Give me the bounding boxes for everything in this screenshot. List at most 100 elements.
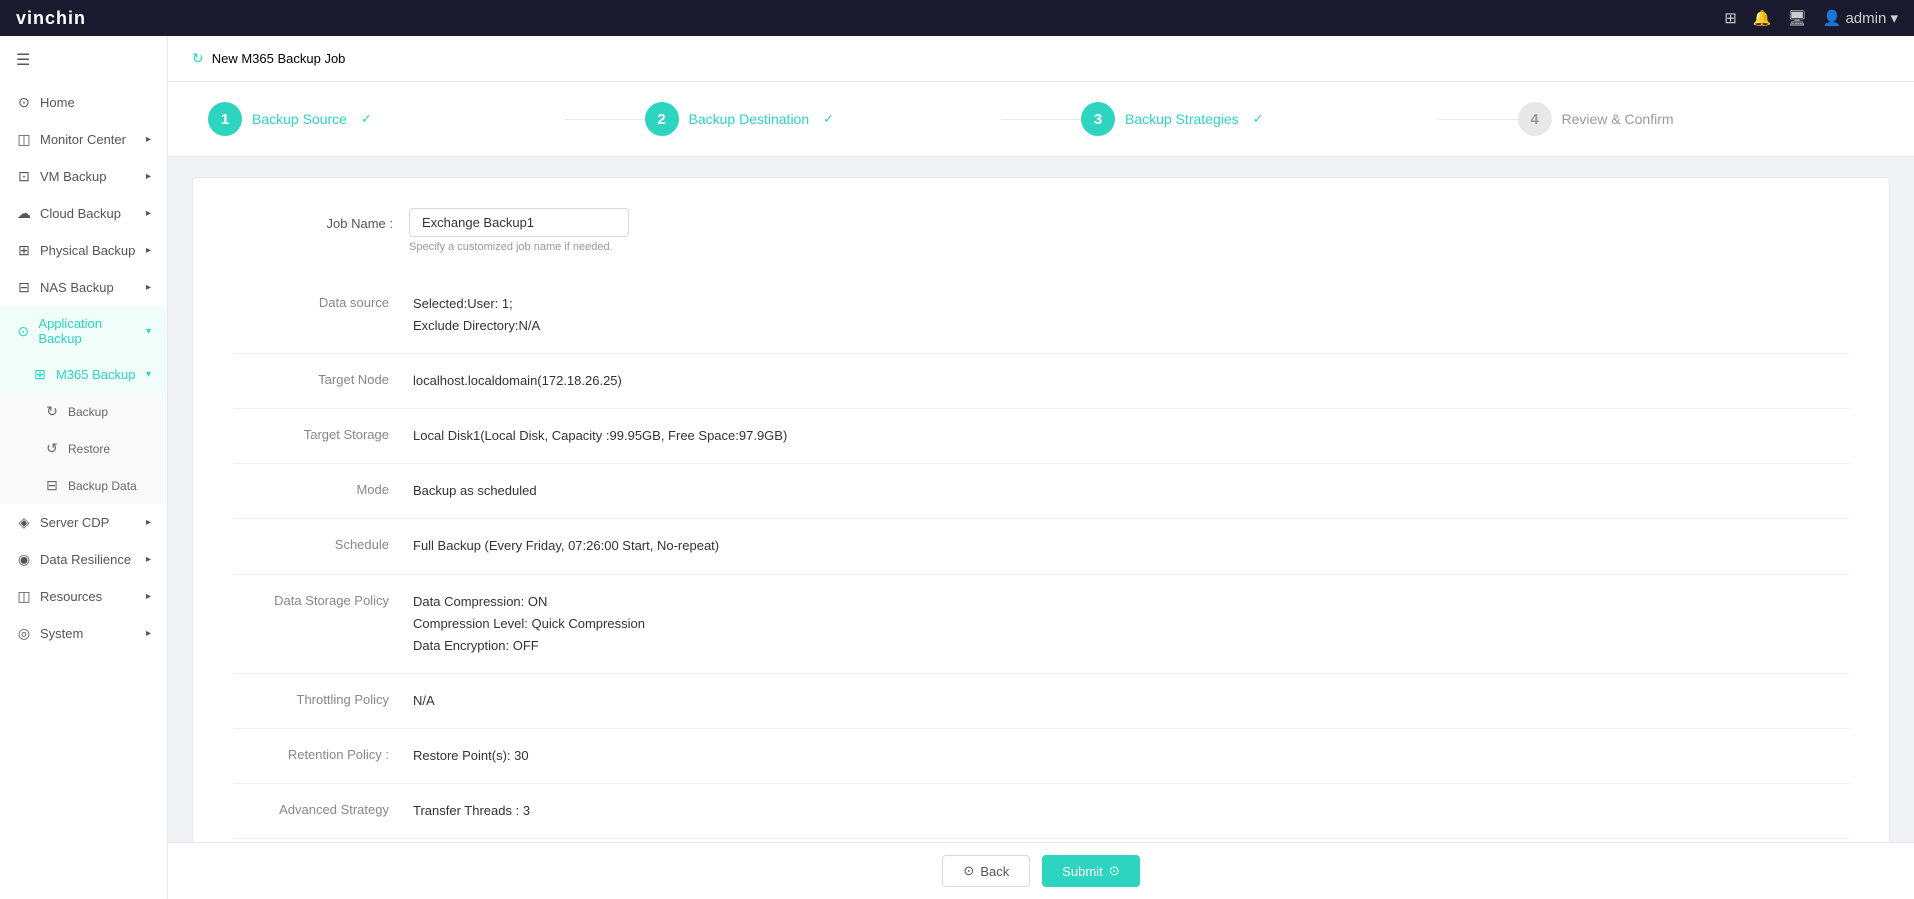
bell-icon[interactable]: 🔔 bbox=[1753, 9, 1772, 27]
sidebar-label-m365-backup: M365 Backup bbox=[56, 367, 136, 382]
m365-backup-arrow: ▾ bbox=[146, 369, 151, 380]
logo: vinchin bbox=[16, 8, 86, 29]
step-divider-2-3 bbox=[1001, 119, 1081, 120]
sidebar-label-physical-backup: Physical Backup bbox=[40, 243, 135, 258]
monitor-center-icon: ◫ bbox=[16, 131, 32, 148]
restore-icon: ↺ bbox=[44, 440, 60, 457]
sidebar-label-server-cdp: Server CDP bbox=[40, 515, 109, 530]
layout: ☰ ⊙ Home ◫ Monitor Center ▸ ⊡ VM Backup … bbox=[0, 36, 1914, 899]
sidebar-item-system[interactable]: ◎ System ▸ bbox=[0, 615, 167, 652]
sidebar-item-backup-data[interactable]: ⊟ Backup Data bbox=[0, 467, 167, 504]
submit-icon: ⊙ bbox=[1109, 863, 1120, 879]
back-label: Back bbox=[980, 864, 1009, 879]
server-cdp-icon: ◈ bbox=[16, 514, 32, 531]
review-value-advanced-strategy: Transfer Threads : 3 bbox=[413, 800, 530, 822]
review-label-mode: Mode bbox=[233, 480, 413, 497]
submit-button[interactable]: Submit ⊙ bbox=[1042, 855, 1139, 887]
refresh-icon: ↻ bbox=[192, 50, 204, 67]
topbar-right: ⊞ 🔔 🖥 👤 admin ▾ bbox=[1724, 9, 1898, 27]
sidebar-item-vm-backup[interactable]: ⊡ VM Backup ▸ bbox=[0, 158, 167, 195]
sidebar-label-nas-backup: NAS Backup bbox=[40, 280, 114, 295]
sidebar-item-cloud-backup[interactable]: ☁ Cloud Backup ▸ bbox=[0, 195, 167, 232]
step-divider-3-4 bbox=[1438, 119, 1518, 120]
system-icon: ◎ bbox=[16, 625, 32, 642]
step-2: 2 Backup Destination ✓ bbox=[645, 102, 1002, 136]
backup-data-icon: ⊟ bbox=[44, 477, 60, 494]
sidebar-item-application-backup[interactable]: ⊙ Application Backup ▾ bbox=[0, 306, 167, 356]
sidebar-item-data-resilience[interactable]: ◉ Data Resilience ▸ bbox=[0, 541, 167, 578]
bottom-bar: ⊙ Back Submit ⊙ bbox=[168, 842, 1914, 899]
application-backup-icon: ⊙ bbox=[16, 323, 30, 340]
backup-icon: ↻ bbox=[44, 403, 60, 420]
sidebar-label-data-resilience: Data Resilience bbox=[40, 552, 131, 567]
sidebar-item-resources[interactable]: ◫ Resources ▸ bbox=[0, 578, 167, 615]
submit-label: Submit bbox=[1062, 864, 1102, 879]
sidebar-sub-submenu-m365: ↻ Backup ↺ Restore ⊟ Backup Data bbox=[0, 393, 167, 504]
sidebar-item-monitor-center[interactable]: ◫ Monitor Center ▸ bbox=[0, 121, 167, 158]
review-value-throttling: N/A bbox=[413, 690, 435, 712]
sidebar-item-home[interactable]: ⊙ Home bbox=[0, 84, 167, 121]
sidebar-item-backup[interactable]: ↻ Backup bbox=[0, 393, 167, 430]
step-3: 3 Backup Strategies ✓ bbox=[1081, 102, 1438, 136]
sidebar-label-system: System bbox=[40, 626, 83, 641]
step-3-check: ✓ bbox=[1253, 111, 1264, 127]
physical-backup-arrow: ▸ bbox=[146, 245, 151, 256]
sidebar-label-vm-backup: VM Backup bbox=[40, 169, 106, 184]
step-divider-1-2 bbox=[565, 119, 645, 120]
sidebar-item-m365-backup[interactable]: ⊞ M365 Backup ▾ bbox=[0, 356, 167, 393]
job-name-hint: Specify a customized job name if needed. bbox=[409, 241, 629, 253]
sidebar-item-physical-backup[interactable]: ⊞ Physical Backup ▸ bbox=[0, 232, 167, 269]
job-name-row: Job Name : Specify a customized job name… bbox=[233, 208, 1849, 253]
logo-vin: vin bbox=[16, 8, 45, 28]
stepper: 1 Backup Source ✓ 2 Backup Destination ✓… bbox=[168, 82, 1914, 157]
monitor-icon[interactable]: 🖥 bbox=[1788, 9, 1807, 27]
review-value-datasource: Selected:User: 1;Exclude Directory:N/A bbox=[413, 293, 540, 337]
cloud-backup-arrow: ▸ bbox=[146, 208, 151, 219]
vm-backup-icon: ⊡ bbox=[16, 168, 32, 185]
sidebar-toggle[interactable]: ☰ bbox=[0, 36, 167, 84]
cloud-backup-icon: ☁ bbox=[16, 205, 32, 222]
step-2-circle: 2 bbox=[645, 102, 679, 136]
review-row-targetnode: Target Node localhost.localdomain(172.18… bbox=[233, 354, 1849, 409]
system-arrow: ▸ bbox=[146, 628, 151, 639]
step-1-check: ✓ bbox=[361, 111, 372, 127]
review-row-mode: Mode Backup as scheduled bbox=[233, 464, 1849, 519]
review-row-datasource: Data source Selected:User: 1;Exclude Dir… bbox=[233, 277, 1849, 354]
review-label-retention: Retention Policy : bbox=[233, 745, 413, 762]
sidebar: ☰ ⊙ Home ◫ Monitor Center ▸ ⊡ VM Backup … bbox=[0, 36, 168, 899]
resources-icon: ◫ bbox=[16, 588, 32, 605]
sidebar-label-backup: Backup bbox=[68, 405, 108, 419]
sidebar-label-restore: Restore bbox=[68, 442, 110, 456]
review-value-mode: Backup as scheduled bbox=[413, 480, 537, 502]
page-header: ↻ New M365 Backup Job bbox=[168, 36, 1914, 82]
sidebar-label-cloud-backup: Cloud Backup bbox=[40, 206, 121, 221]
physical-backup-icon: ⊞ bbox=[16, 242, 32, 259]
back-button[interactable]: ⊙ Back bbox=[942, 855, 1030, 887]
review-label-targetnode: Target Node bbox=[233, 370, 413, 387]
step-4: 4 Review & Confirm bbox=[1518, 102, 1875, 136]
server-cdp-arrow: ▸ bbox=[146, 517, 151, 528]
review-label-advanced-strategy: Advanced Strategy bbox=[233, 800, 413, 817]
sidebar-item-restore[interactable]: ↺ Restore bbox=[0, 430, 167, 467]
home-icon: ⊙ bbox=[16, 94, 32, 111]
vm-backup-arrow: ▸ bbox=[146, 171, 151, 182]
grid-icon[interactable]: ⊞ bbox=[1724, 9, 1737, 27]
page-title: New M365 Backup Job bbox=[212, 51, 346, 66]
step-1-label: Backup Source bbox=[252, 111, 347, 127]
data-resilience-arrow: ▸ bbox=[146, 554, 151, 565]
sidebar-item-server-cdp[interactable]: ◈ Server CDP ▸ bbox=[0, 504, 167, 541]
job-name-input[interactable] bbox=[409, 208, 629, 237]
step-1-circle: 1 bbox=[208, 102, 242, 136]
step-3-circle: 3 bbox=[1081, 102, 1115, 136]
review-row-storage-policy: Data Storage Policy Data Compression: ON… bbox=[233, 575, 1849, 674]
main-content: ↻ New M365 Backup Job 1 Backup Source ✓ … bbox=[168, 36, 1914, 899]
sidebar-label-monitor-center: Monitor Center bbox=[40, 132, 126, 147]
sidebar-submenu-application: ⊞ M365 Backup ▾ ↻ Backup ↺ Restore ⊟ Bac… bbox=[0, 356, 167, 504]
review-label-schedule: Schedule bbox=[233, 535, 413, 552]
review-value-retention: Restore Point(s): 30 bbox=[413, 745, 529, 767]
job-name-input-wrap: Specify a customized job name if needed. bbox=[409, 208, 629, 253]
step-1: 1 Backup Source ✓ bbox=[208, 102, 565, 136]
sidebar-item-nas-backup[interactable]: ⊟ NAS Backup ▸ bbox=[0, 269, 167, 306]
user-icon[interactable]: 👤 admin ▾ bbox=[1823, 9, 1898, 27]
review-label-storage-policy: Data Storage Policy bbox=[233, 591, 413, 608]
